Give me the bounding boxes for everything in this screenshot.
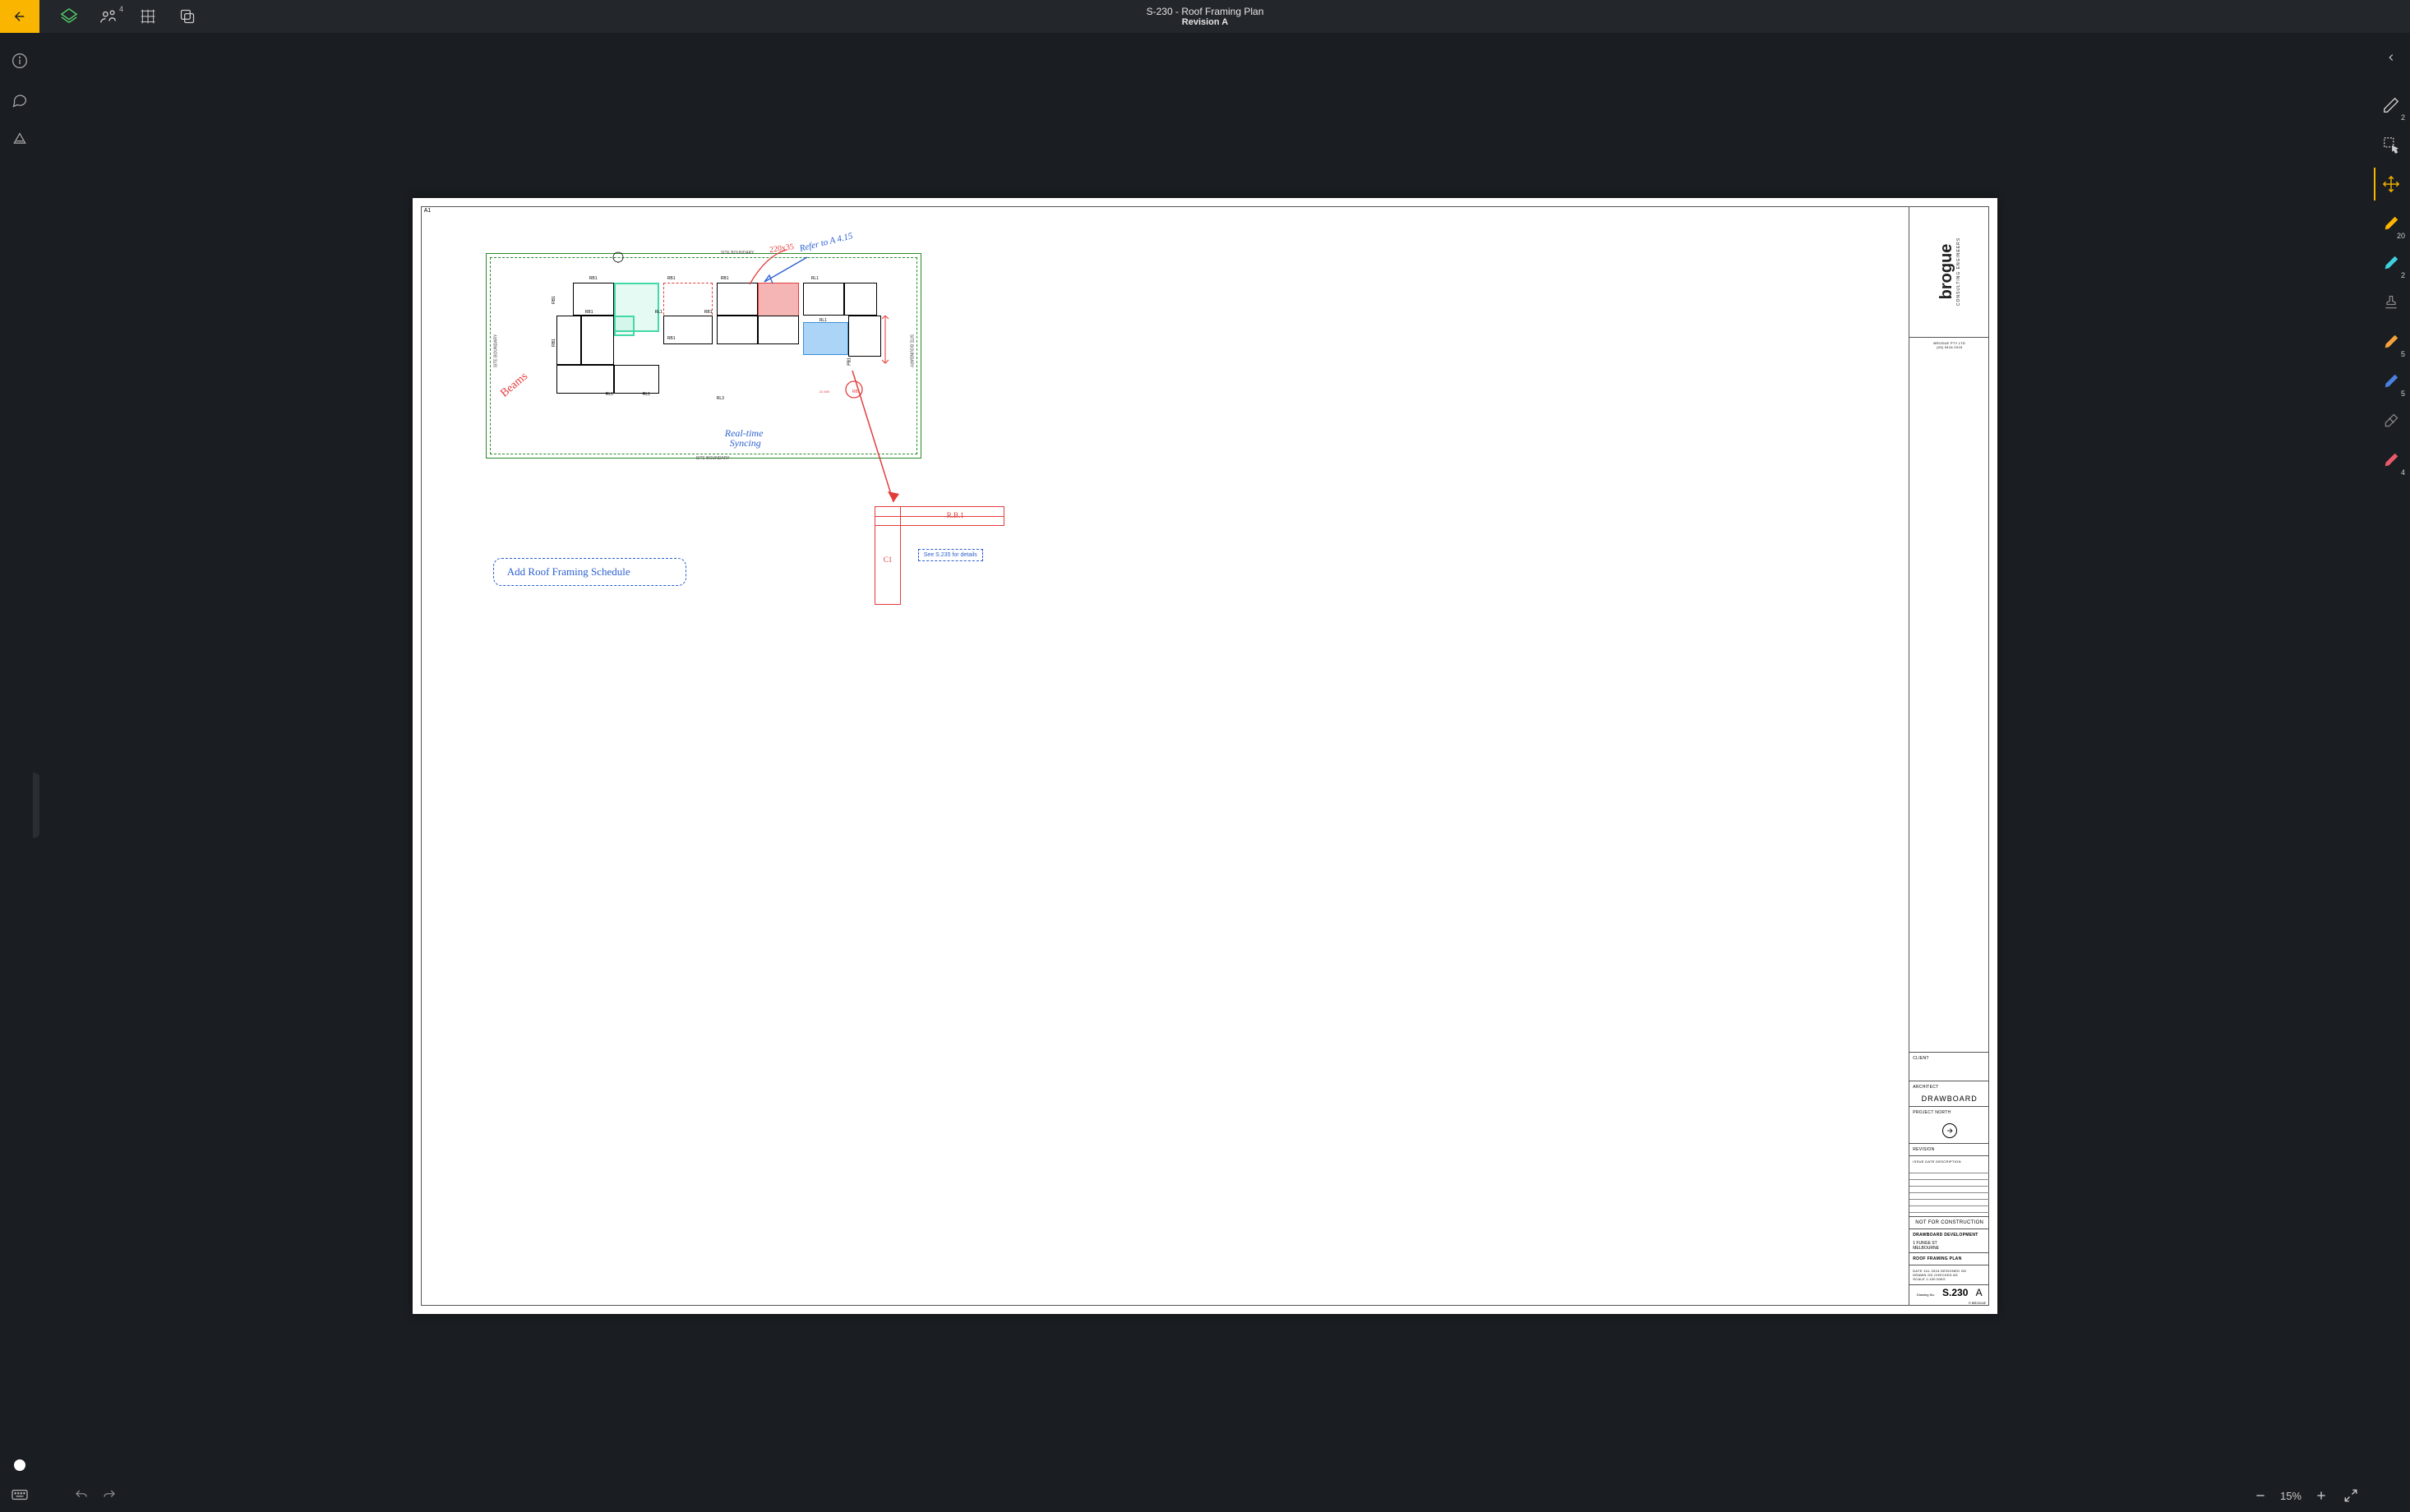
pen-tool[interactable]: 2 <box>2374 89 2407 122</box>
blue-arrow-icon <box>758 256 815 288</box>
architect-label: ARCHITECT <box>1909 1081 1989 1093</box>
issues-tool[interactable] <box>8 128 31 151</box>
see-detail-callout: See S.235 for details <box>918 549 983 561</box>
subtitle-text: Revision A <box>1147 17 1264 27</box>
orange-pen-tool[interactable]: 5 <box>2374 325 2407 358</box>
collaboration-button[interactable]: 4 <box>89 0 128 33</box>
title-text: S-230 - Roof Framing Plan <box>1147 6 1264 17</box>
sheet-number: S.230 <box>1942 1287 1968 1298</box>
zoom-out-button[interactable] <box>2251 1486 2270 1505</box>
zoom-level: 15% <box>2280 1490 2302 1502</box>
logo-contact: brogue pty ltd(03) 9416 2015 <box>1909 337 1989 353</box>
pen-count: 2 <box>2401 113 2405 122</box>
bottombar: 15% <box>39 1479 2371 1512</box>
north-arrow-icon <box>1942 1123 1957 1138</box>
topbar: 4 S-230 - Roof Framing Plan Revision A <box>0 0 2410 33</box>
orange-pen-count: 5 <box>2401 350 2405 358</box>
canvas-area[interactable]: A1 brogue CONSULTING ENGINEERS brogue pt… <box>39 33 2371 1479</box>
cyan-pen-count: 2 <box>2401 271 2405 279</box>
stamp-tool[interactable] <box>2374 286 2407 319</box>
drawing-sheet: A1 brogue CONSULTING ENGINEERS brogue pt… <box>413 198 1997 1314</box>
site-boundary-right: SITE BOUNDARY <box>908 334 913 368</box>
detail-c1-label: C1 <box>884 555 893 564</box>
layers-button[interactable] <box>49 0 89 33</box>
left-rail <box>0 33 39 1512</box>
eraser-tool[interactable] <box>2374 404 2407 437</box>
copyright: © BROGUE <box>1909 1300 1989 1306</box>
meta-row: DATE JUL 2016 DESIGNED GD DRAWN GD CHECK… <box>1909 1265 1989 1284</box>
highlighter-tool[interactable]: 20 <box>2374 207 2407 240</box>
revision-label: REVISION <box>1909 1143 1989 1155</box>
zoom-in-button[interactable] <box>2311 1486 2331 1505</box>
client-label: CLIENT <box>1909 1052 1989 1064</box>
cloud-note: Add Roof Framing Schedule <box>493 558 686 586</box>
architect-value: DRAWBOARD <box>1909 1093 1989 1106</box>
red-pen-tool[interactable]: 4 <box>2374 444 2407 477</box>
redo-button[interactable] <box>102 1488 117 1503</box>
highlighter-count: 20 <box>2397 232 2405 240</box>
logo-text: brogue <box>1937 244 1955 300</box>
grid-marker-icon <box>612 251 624 263</box>
back-button[interactable] <box>0 0 39 33</box>
rev-header: ISSUE DATE DESCRIPTION <box>1909 1155 1989 1167</box>
red-pen-count: 4 <box>2401 468 2405 477</box>
document-title: S-230 - Roof Framing Plan Revision A <box>1147 6 1264 27</box>
right-rail: 2 20 2 5 5 4 <box>2371 0 2410 1512</box>
site-boundary-bottom: SITE BOUNDARY <box>696 456 730 461</box>
dimension-line <box>877 316 893 365</box>
keyboard-button[interactable] <box>11 1487 29 1502</box>
drawing-title: ROOF FRAMING PLAN <box>1909 1252 1989 1265</box>
blue-pen-tool[interactable]: 5 <box>2374 365 2407 398</box>
color-indicator[interactable] <box>14 1459 25 1471</box>
blue-pen-count: 5 <box>2401 390 2405 398</box>
select-tool[interactable] <box>2374 128 2407 161</box>
detail-rb-label: R.B.1 <box>947 511 964 519</box>
red-arrow-icon <box>848 366 914 514</box>
pan-tool[interactable] <box>2374 168 2407 201</box>
comment-tool[interactable] <box>8 89 31 112</box>
collab-count: 4 <box>119 5 123 13</box>
address2: MELBOURNE <box>1909 1246 1989 1252</box>
collapse-tools-button[interactable] <box>2374 41 2407 74</box>
status-text: NOT FOR CONSTRUCTION <box>1909 1216 1989 1228</box>
info-tool[interactable] <box>8 49 31 72</box>
logo-subtitle: CONSULTING ENGINEERS <box>1956 232 1961 311</box>
site-boundary-left: SITE BOUNDARY <box>493 334 498 368</box>
sheet-size: A1 <box>424 208 432 214</box>
grid-button[interactable] <box>128 0 168 33</box>
project-name: DRAWBOARD DEVELOPMENT <box>1909 1228 1989 1241</box>
overlay-button[interactable] <box>168 0 207 33</box>
undo-button[interactable] <box>74 1488 89 1503</box>
fit-screen-button[interactable] <box>2341 1486 2361 1505</box>
title-block: brogue CONSULTING ENGINEERS brogue pty l… <box>1909 206 1989 1306</box>
annotation-realtime: Real-time Syncing <box>725 428 764 448</box>
sheet-rev: A <box>1976 1287 1983 1298</box>
north-label: PROJECT NORTH <box>1909 1106 1989 1118</box>
cyan-pen-tool[interactable]: 2 <box>2374 247 2407 279</box>
